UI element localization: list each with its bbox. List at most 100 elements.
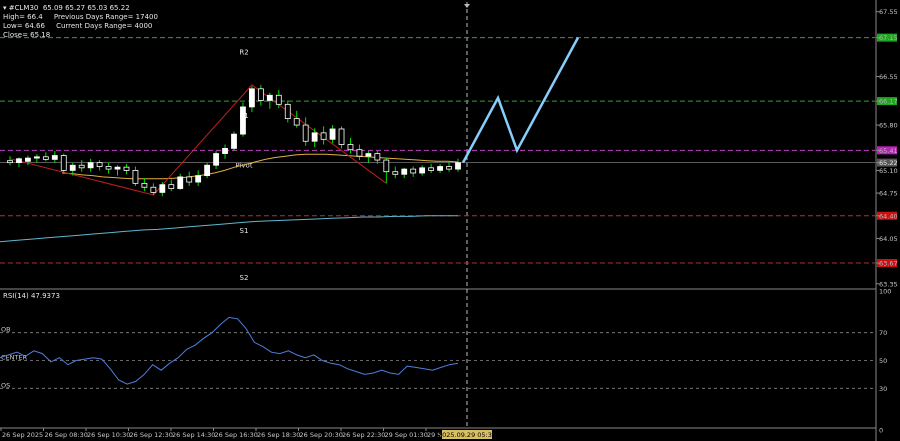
rsi-tick-label: 50: [879, 357, 887, 365]
candle-body: [410, 168, 417, 174]
time-tick-label: 26 Sep 12:30: [130, 431, 173, 439]
candle-body: [446, 166, 452, 170]
candle-body: [419, 167, 426, 174]
candle-body: [275, 94, 282, 105]
time-tick-label: 26 Sep 2025: [2, 431, 43, 439]
candle-body: [42, 156, 49, 160]
candle-body: [213, 153, 219, 166]
candle-body: [96, 162, 103, 167]
low-row: Low= 64.66 Current Days Range= 4000: [3, 22, 152, 31]
rsi-tick-label: 70: [879, 329, 887, 337]
candle-body: [16, 158, 22, 164]
pivot-levels: R267.15R166.17Pivot65.41S164.40S263.6765…: [0, 33, 898, 282]
candle-body: [356, 149, 363, 157]
rsi-tick-label: 0: [879, 427, 883, 435]
price-tick-label: 63.67: [879, 260, 898, 268]
price-tick-label: 64.75: [879, 190, 898, 198]
price-tick-label: 64.05: [879, 235, 898, 243]
level-label-s1: S1: [240, 227, 249, 235]
ma-fast-line: [61, 153, 459, 180]
time-tick-label: 26 Sep 18:30: [257, 431, 300, 439]
rsi-tick-label: 100: [879, 288, 891, 296]
ohlc-values: 65.09 65.27 65.03 65.22: [42, 4, 130, 12]
time-marker-icon: [464, 4, 470, 8]
time-axis: 26 Sep 2025 26 Sep 08:30 26 Sep 10:30 26 Se…: [0, 428, 496, 439]
candle-body: [329, 128, 336, 140]
candle-body: [231, 133, 237, 149]
candle-body: [186, 176, 193, 183]
candle-body: [240, 106, 246, 135]
candle-body: [195, 175, 202, 183]
candle-body: [177, 176, 184, 189]
price-tick-label: 65.10: [879, 167, 898, 175]
chart-canvas: R267.15R166.17Pivot65.41S164.40S263.6765…: [0, 0, 898, 441]
time-tick-label: 29 Sep 01:30: [385, 431, 428, 439]
candle-body: [311, 132, 318, 142]
rsi-level-label-center: CENTER: [1, 354, 28, 362]
candle-body: [60, 155, 67, 171]
forecast-path: [461, 37, 580, 164]
candlestick-series: [7, 84, 461, 197]
candle-body: [132, 170, 139, 184]
price-axis: 67.5567.1566.5566.1765.8065.4165.2265.10…: [876, 8, 898, 288]
low-value: Low= 64.66: [3, 22, 45, 30]
candle-body: [33, 156, 40, 159]
candle-body: [141, 182, 148, 188]
price-tick-label: 65.41: [879, 147, 898, 155]
price-tick-label: 67.55: [879, 8, 898, 16]
candle-body: [25, 157, 31, 162]
price-tick-label: 63.35: [879, 280, 898, 288]
chart-frame: [0, 0, 877, 441]
candle-body: [168, 184, 175, 189]
time-tick-label: 26 Sep 08:30: [45, 431, 88, 439]
candle-body: [374, 153, 381, 161]
ma-slow-line: [0, 215, 458, 243]
level-label-s2: S2: [240, 274, 249, 282]
price-tick-label: 66.55: [879, 73, 898, 81]
candle-body: [338, 128, 345, 145]
candle-body: [266, 94, 273, 101]
rsi-tick-label: 30: [879, 385, 887, 393]
candle-body: [284, 103, 291, 119]
high-row: High= 66.4 Previous Days Range= 17400: [3, 13, 158, 22]
symbol-name: #CLM30: [8, 4, 39, 12]
candle-body: [293, 118, 300, 126]
candle-body: [437, 166, 443, 171]
candle-body: [51, 155, 58, 160]
candle-body: [302, 124, 309, 142]
candle-body: [204, 164, 211, 176]
candle-body: [401, 168, 408, 175]
rsi-line: [0, 316, 459, 385]
candle-body: [105, 166, 112, 170]
close-value: Close= 65.18: [3, 31, 51, 39]
candle-body: [150, 186, 157, 193]
rsi-level-label-ob: OB: [1, 326, 11, 334]
price-tick-label: 66.17: [879, 98, 898, 106]
candle-body: [365, 153, 372, 157]
time-tick-label: 26 Sep 14:30: [172, 431, 215, 439]
candle-body: [455, 162, 461, 170]
prev-range-value: Previous Days Range= 17400: [53, 13, 158, 21]
symbol-header: ▾ #CLM30 65.09 65.27 65.03 65.22: [3, 4, 130, 13]
time-tick-label: 26 Sep 20:30: [300, 431, 343, 439]
candle-body: [78, 164, 85, 169]
candle-body: [249, 88, 255, 108]
candle-body: [69, 164, 76, 171]
moving-averages: [0, 153, 459, 243]
high-value: High= 66.4: [3, 13, 43, 21]
candle-body: [159, 184, 166, 193]
rsi-panel: RSI(14) 47.9373 OB CENTER OS 100 70 50 30 0: [0, 288, 891, 435]
candle-body: [114, 166, 121, 170]
time-tick-label: 26 Sep 22:30: [342, 431, 385, 439]
time-tick-label: 26 Sep 10:30: [87, 431, 130, 439]
candle-body: [7, 160, 13, 164]
price-tick-label: 64.40: [879, 212, 898, 220]
candle-body: [222, 147, 228, 154]
level-label-r2: R2: [239, 49, 248, 57]
candle-body: [257, 88, 264, 101]
rsi-level-label-os: OS: [1, 381, 10, 389]
candle-body: [347, 144, 354, 151]
candle-body: [383, 159, 390, 173]
current-time-text: 2025.09.29 05:30: [438, 431, 496, 439]
candle-body: [123, 166, 130, 171]
